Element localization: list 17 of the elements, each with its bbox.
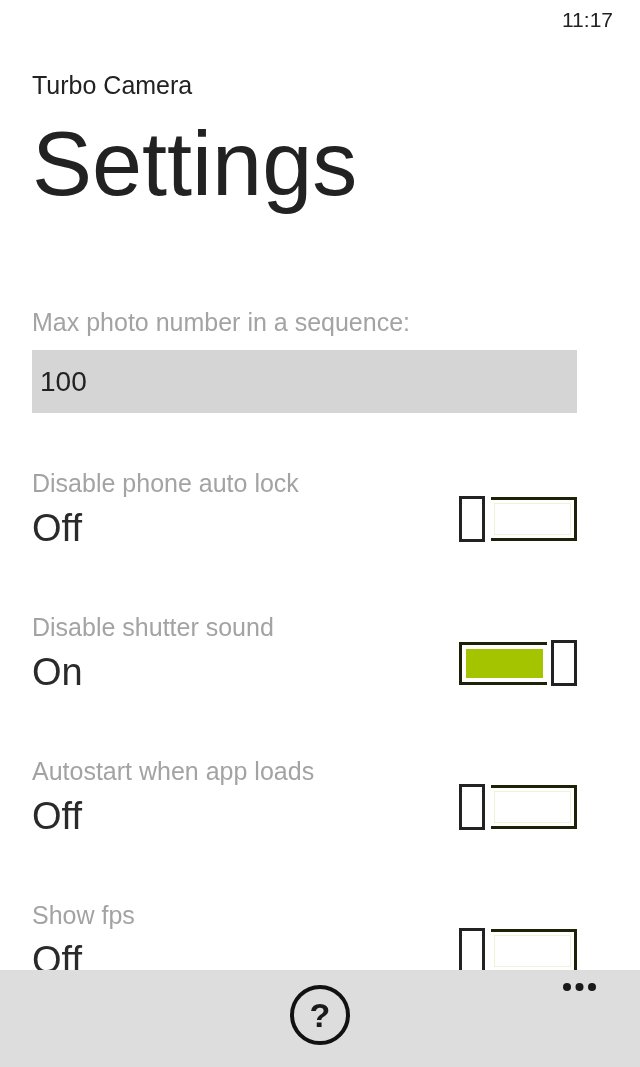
- setting-value: Off: [32, 794, 82, 838]
- app-title: Turbo Camera: [32, 70, 193, 100]
- ellipsis-icon[interactable]: [563, 983, 596, 991]
- page-title: Settings: [32, 113, 358, 216]
- setting-label: Show fps: [32, 900, 135, 930]
- setting-label: Autostart when app loads: [32, 756, 315, 786]
- setting-value: On: [32, 650, 83, 694]
- toggle-switch[interactable]: [459, 640, 577, 686]
- setting-label: Disable shutter sound: [32, 612, 274, 642]
- status-time: 11:17: [562, 7, 613, 33]
- setting-value: Off: [32, 506, 82, 550]
- number-input[interactable]: 100: [32, 350, 577, 413]
- setting-label: Disable phone auto lock: [32, 468, 299, 498]
- help-button[interactable]: ?: [290, 985, 350, 1045]
- toggle-switch[interactable]: [459, 784, 577, 830]
- toggle-switch[interactable]: [459, 496, 577, 542]
- field-label: Max photo number in a sequence:: [32, 307, 410, 337]
